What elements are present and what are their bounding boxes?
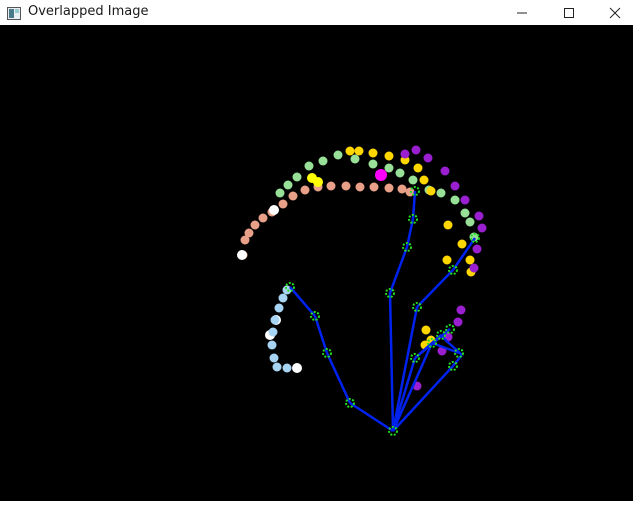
skeleton-bone <box>388 246 409 294</box>
green-keypoint <box>333 150 343 160</box>
violet-keypoint <box>411 145 421 155</box>
gold-keypoint <box>443 220 453 230</box>
app-window: Overlapped Image <box>0 0 633 501</box>
lightblue-keypoint <box>272 362 282 372</box>
green-keypoint <box>395 168 405 178</box>
gold-keypoint <box>421 325 431 335</box>
lightblue-keypoint <box>269 353 279 363</box>
green-keypoint <box>275 188 285 198</box>
white-keypoint <box>292 363 302 373</box>
maximize-icon <box>564 7 574 18</box>
skeleton-bone <box>416 269 454 308</box>
green-keypoint <box>283 180 293 190</box>
skeleton-bone <box>313 315 329 354</box>
skeleton-bone <box>289 286 316 317</box>
green-keypoint <box>408 175 418 185</box>
green-keypoint <box>350 154 360 164</box>
gold-keypoint <box>413 163 423 173</box>
skeleton-bone <box>349 401 394 433</box>
green-keypoint <box>460 208 470 218</box>
title-bar[interactable]: Overlapped Image <box>0 0 633 25</box>
yellow-keypoint <box>313 177 323 187</box>
lightblue-keypoint <box>267 340 277 350</box>
violet-keypoint <box>472 244 482 254</box>
violet-keypoint <box>400 149 410 159</box>
image-window-icon <box>7 5 21 20</box>
lightblue-keypoint <box>270 315 280 325</box>
salmon-keypoint <box>369 182 379 192</box>
white-keypoint <box>269 205 279 215</box>
lightblue-keypoint <box>268 327 278 337</box>
lightblue-keypoint <box>278 293 288 303</box>
salmon-keypoint <box>250 220 260 230</box>
violet-keypoint <box>450 181 460 191</box>
green-keypoint <box>436 188 446 198</box>
violet-keypoint <box>469 263 479 273</box>
salmon-keypoint <box>355 182 365 192</box>
gold-keypoint <box>345 146 355 156</box>
close-icon <box>609 7 621 18</box>
green-keypoint <box>318 156 328 166</box>
salmon-keypoint <box>341 181 351 191</box>
gold-keypoint <box>457 239 467 249</box>
window-title: Overlapped Image <box>28 4 149 19</box>
violet-keypoint <box>440 166 450 176</box>
skeleton-bone <box>391 306 419 432</box>
salmon-keypoint <box>397 184 407 194</box>
skeleton-bone <box>388 292 395 432</box>
salmon-keypoint <box>258 213 268 223</box>
gold-keypoint <box>384 151 394 161</box>
green-keypoint <box>450 195 460 205</box>
gold-keypoint <box>368 148 378 158</box>
green-keypoint <box>465 217 475 227</box>
minimize-icon <box>517 12 527 13</box>
violet-keypoint <box>460 195 470 205</box>
violet-keypoint <box>456 305 466 315</box>
white-keypoint <box>237 250 247 260</box>
lightblue-keypoint <box>274 303 284 313</box>
gold-keypoint <box>426 186 436 196</box>
close-button[interactable] <box>592 0 633 25</box>
salmon-keypoint <box>288 191 298 201</box>
violet-keypoint <box>477 223 487 233</box>
gold-keypoint <box>419 175 429 185</box>
salmon-keypoint <box>300 185 310 195</box>
violet-keypoint <box>474 211 484 221</box>
image-canvas <box>0 25 633 501</box>
minimize-button[interactable] <box>499 0 545 25</box>
lightblue-keypoint <box>282 363 292 373</box>
skeleton-bone <box>325 352 352 404</box>
magenta-keypoint <box>375 169 387 181</box>
green-keypoint <box>304 161 314 171</box>
gold-keypoint <box>465 255 475 265</box>
salmon-keypoint <box>244 228 254 238</box>
salmon-keypoint <box>326 181 336 191</box>
overlapped-image <box>237 145 487 436</box>
green-keypoint <box>292 172 302 182</box>
violet-keypoint <box>423 153 433 163</box>
green-keypoint <box>368 159 378 169</box>
violet-keypoint <box>453 317 463 327</box>
gold-keypoint <box>354 146 364 156</box>
salmon-keypoint <box>278 199 288 209</box>
green-keypoint <box>384 163 394 173</box>
gold-keypoint <box>442 255 452 265</box>
maximize-button[interactable] <box>546 0 592 25</box>
salmon-keypoint <box>384 183 394 193</box>
